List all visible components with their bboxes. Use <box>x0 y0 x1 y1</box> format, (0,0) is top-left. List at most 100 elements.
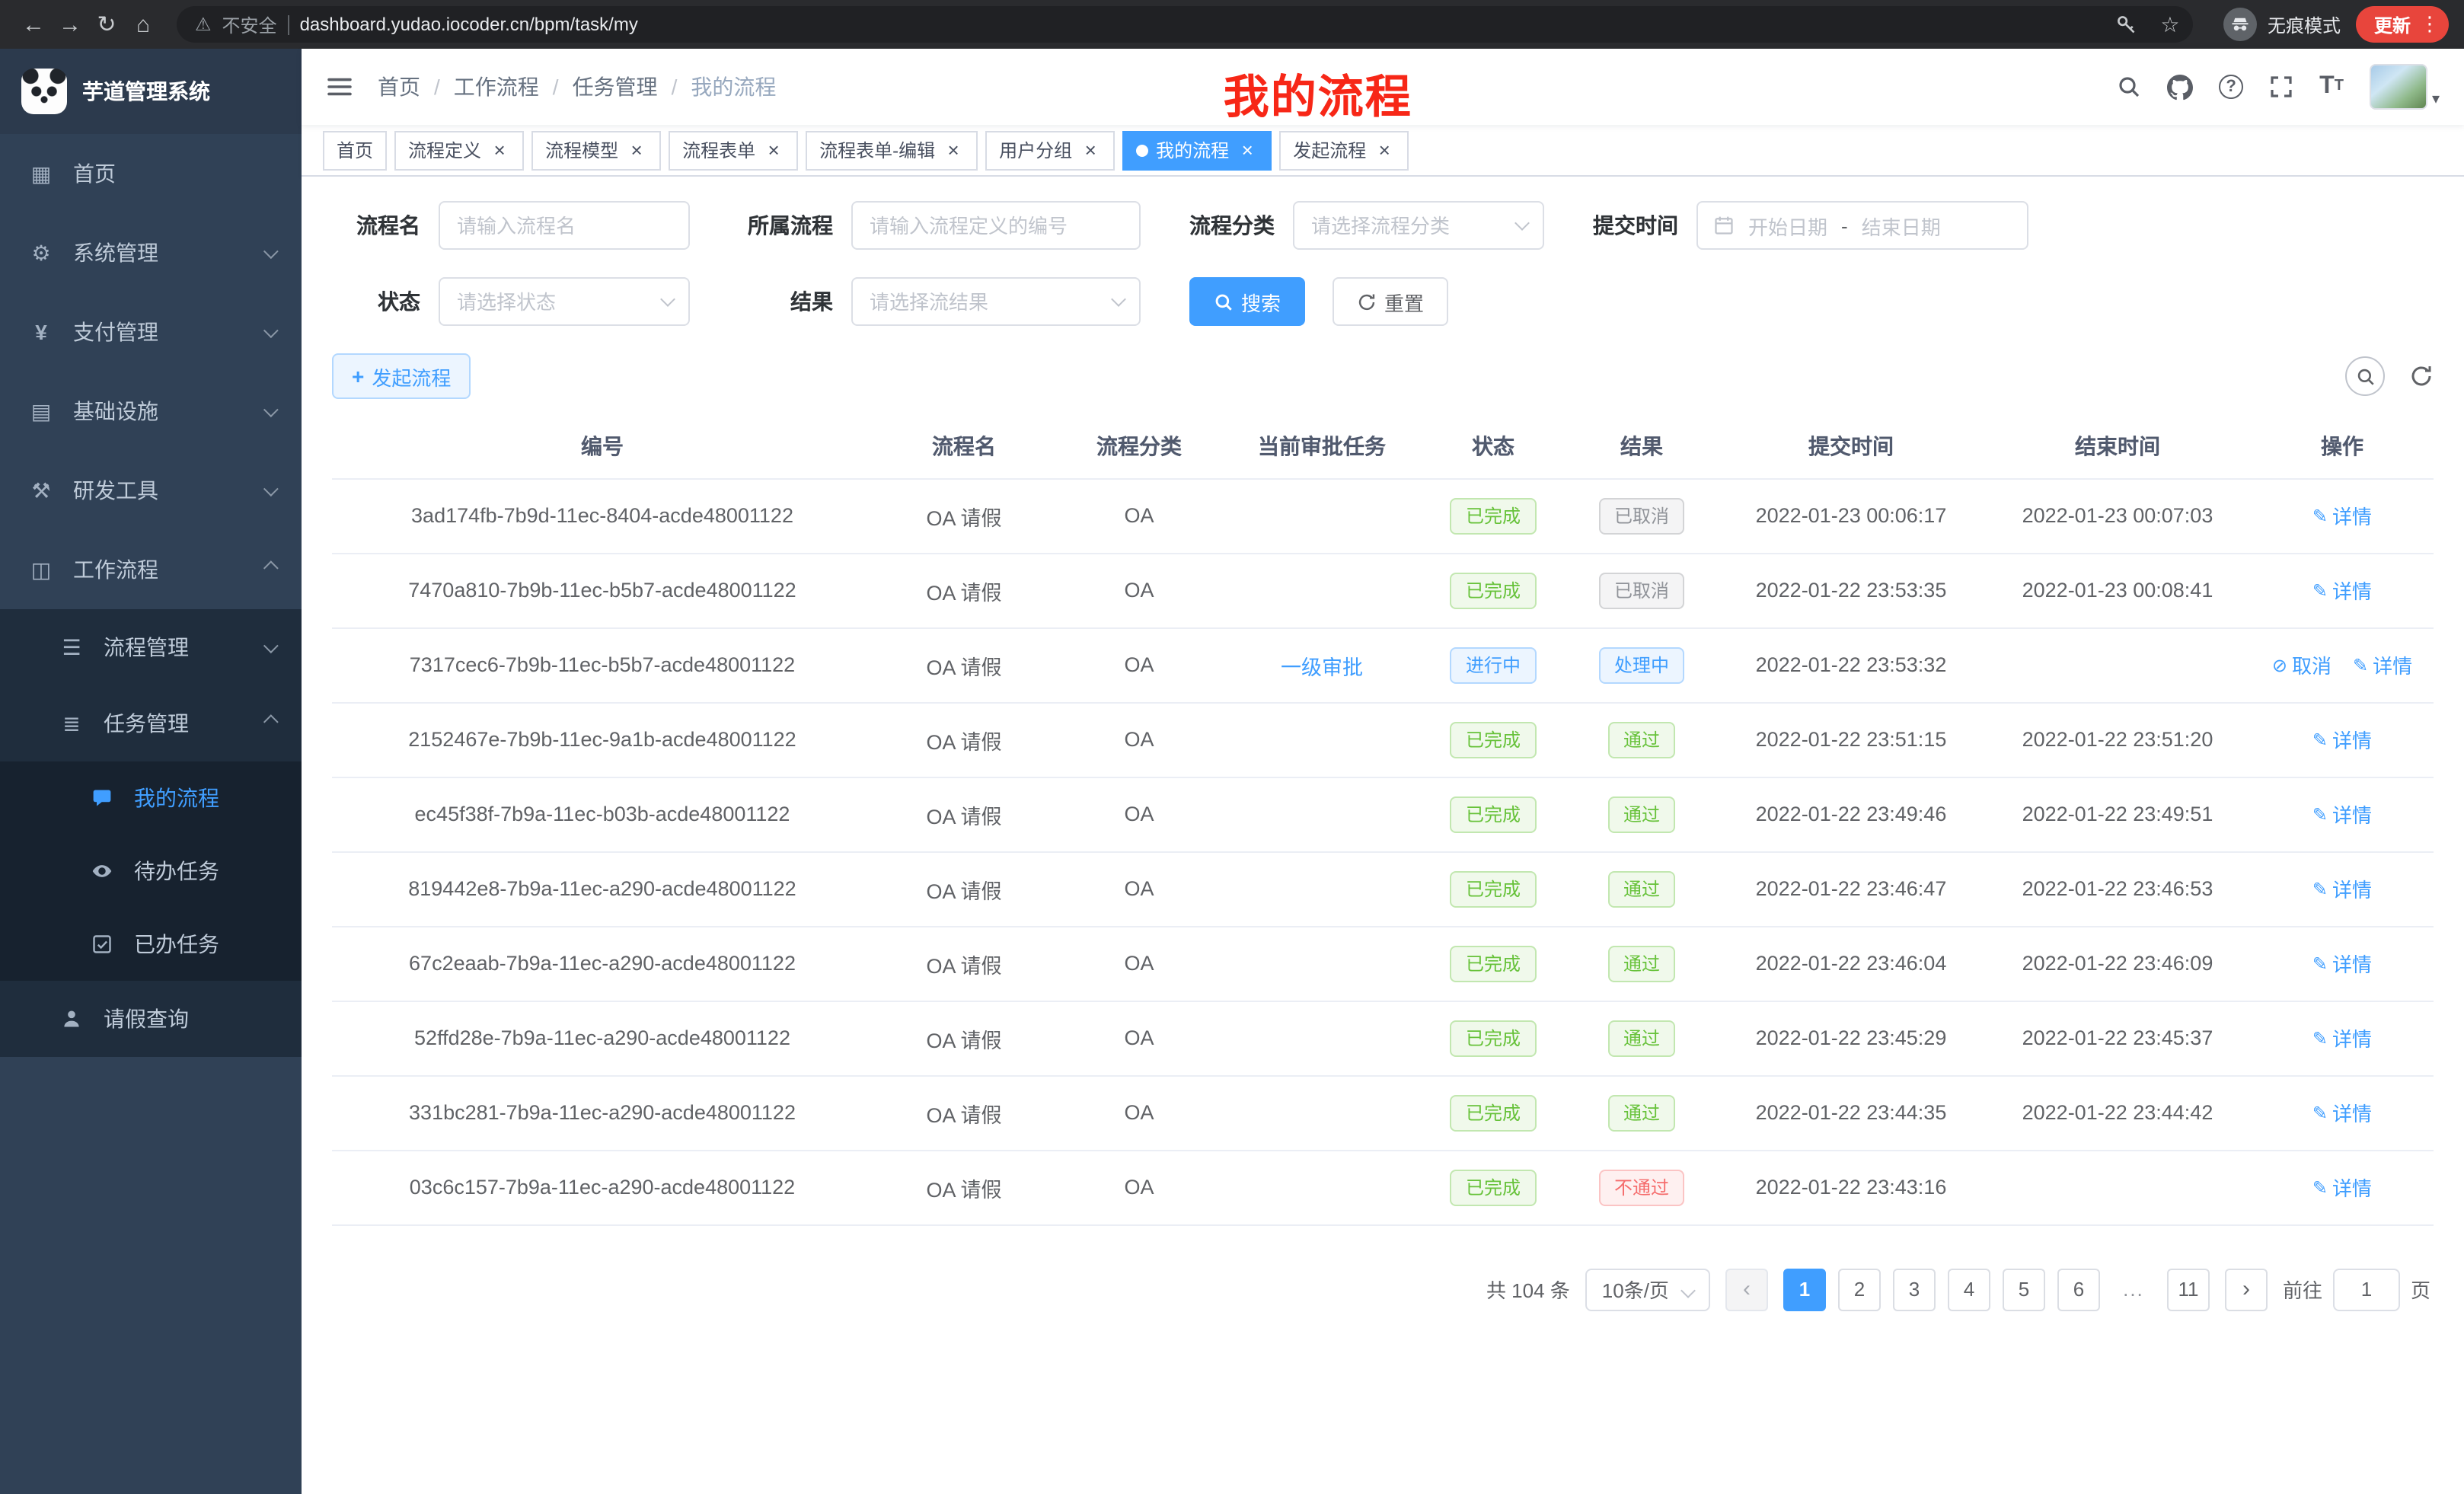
bookmark-star-icon[interactable]: ☆ <box>2153 8 2187 41</box>
search-button[interactable]: 搜索 <box>1189 277 1305 326</box>
sidebar-item-process-mgmt[interactable]: ☰流程管理 <box>0 609 302 685</box>
sidebar-item-todo-tasks[interactable]: 待办任务 <box>0 835 302 908</box>
system-icon: ⚙ <box>27 240 55 266</box>
page-size-value: 10条/页 <box>1602 1275 1669 1304</box>
table-row: ec45f38f-7b9a-11ec-b03b-acde48001122OA 请… <box>332 777 2434 851</box>
pager-page-6[interactable]: 6 <box>2057 1268 2100 1310</box>
table-row: 3ad174fb-7b9d-11ec-8404-acde48001122OA 请… <box>332 478 2434 553</box>
pager-page-3[interactable]: 3 <box>1893 1268 1936 1310</box>
tab-create-process[interactable]: 发起流程 × <box>1279 130 1409 170</box>
detail-action-button[interactable]: ✎详情 <box>2312 576 2372 605</box>
create-process-button[interactable]: + 发起流程 <box>332 353 471 399</box>
pager-page-4[interactable]: 4 <box>1948 1268 1990 1310</box>
column-header: 流程名 <box>873 414 1055 478</box>
result-select[interactable] <box>851 277 1141 326</box>
tab-label: 流程定义 <box>408 137 481 163</box>
process-definition-input[interactable] <box>851 201 1141 250</box>
prev-page-button[interactable]: ‹ <box>1725 1268 1768 1310</box>
sidebar-item-payment[interactable]: ¥支付管理 <box>0 292 302 372</box>
tab-my-process[interactable]: 我的流程× <box>1122 130 1272 170</box>
cell-process-name: OA 请假 <box>873 702 1055 777</box>
pager-page-2[interactable]: 2 <box>1838 1268 1881 1310</box>
github-icon[interactable] <box>2167 74 2193 100</box>
result-tag: 已取消 <box>1599 572 1684 608</box>
tab-label: 发起流程 <box>1293 137 1366 163</box>
sidebar-item-workflow[interactable]: ◫工作流程 <box>0 530 302 609</box>
sidebar-item-my-process[interactable]: 我的流程 <box>0 761 302 835</box>
sidebar-item-done-tasks[interactable]: 已办任务 <box>0 908 302 981</box>
tab-user-group[interactable]: 用户分组× <box>985 130 1115 170</box>
tab-process-definition[interactable]: 流程定义 × <box>394 130 524 170</box>
breadcrumb-item[interactable]: 任务管理 <box>573 72 658 102</box>
close-icon[interactable]: × <box>943 139 964 161</box>
pager-page-11[interactable]: 11 <box>2167 1268 2210 1310</box>
pager-page-1[interactable]: 1 <box>1783 1268 1826 1310</box>
detail-action-button[interactable]: ✎详情 <box>2312 725 2372 754</box>
status-tag: 进行中 <box>1451 646 1536 683</box>
sidebar-item-home[interactable]: ▦首页 <box>0 134 302 213</box>
menu-dots-icon[interactable]: ⋮ <box>2420 12 2440 37</box>
fullscreen-icon[interactable] <box>2269 75 2293 99</box>
filter-category: 流程分类 <box>1189 201 1544 250</box>
reset-button[interactable]: 重置 <box>1333 277 1448 326</box>
tab-process-model[interactable]: 流程模型× <box>531 130 661 170</box>
tab-process-form[interactable]: 流程表单× <box>669 130 798 170</box>
update-button[interactable]: 更新 ⋮ <box>2356 6 2449 43</box>
refresh-table-icon[interactable] <box>2409 364 2434 388</box>
page-size-select[interactable]: 10条/页 <box>1585 1268 1710 1310</box>
key-icon[interactable] <box>2109 8 2143 41</box>
close-icon[interactable]: × <box>1080 139 1101 161</box>
sidebar-item-devtools[interactable]: ⚒研发工具 <box>0 451 302 530</box>
address-bar[interactable]: ⚠ 不安全 dashboard.yudao.iocoder.cn/bpm/tas… <box>177 6 2193 43</box>
app-logo[interactable]: 芋道管理系统 <box>0 49 302 134</box>
category-select[interactable] <box>1293 201 1544 250</box>
font-size-icon[interactable]: TT <box>2319 75 2344 99</box>
logo-avatar <box>21 69 67 114</box>
search-icon[interactable] <box>2117 75 2141 99</box>
detail-action-button[interactable]: ✎详情 <box>2353 650 2412 679</box>
cell-result: 通过 <box>1566 851 1718 926</box>
help-icon[interactable]: ? <box>2219 75 2243 99</box>
tab-home[interactable]: 首页 <box>323 130 387 170</box>
breadcrumb-item: 我的流程 <box>691 72 776 102</box>
detail-action-button[interactable]: ✎详情 <box>2312 949 2372 978</box>
close-icon[interactable]: × <box>763 139 784 161</box>
detail-action-button[interactable]: ✎详情 <box>2312 1098 2372 1127</box>
detail-action-button[interactable]: ✎详情 <box>2312 501 2372 530</box>
toolbar-right <box>2345 356 2434 396</box>
close-icon[interactable]: × <box>489 139 510 161</box>
detail-action-button[interactable]: ✎详情 <box>2312 1023 2372 1052</box>
sidebar-item-system[interactable]: ⚙系统管理 <box>0 213 302 292</box>
close-icon[interactable]: × <box>1374 139 1395 161</box>
detail-action-button[interactable]: ✎详情 <box>2312 1173 2372 1202</box>
forward-icon[interactable]: → <box>52 6 88 43</box>
process-name-input[interactable] <box>439 201 690 250</box>
sidebar-item-task-mgmt[interactable]: ≣任务管理 <box>0 685 302 761</box>
detail-action-button[interactable]: ✎详情 <box>2312 800 2372 828</box>
close-icon[interactable]: × <box>1237 139 1258 161</box>
pager-page-5[interactable]: 5 <box>2003 1268 2045 1310</box>
sidebar-item-leave-query[interactable]: 请假查询 <box>0 981 302 1057</box>
back-icon[interactable]: ← <box>15 6 52 43</box>
browser-home-icon[interactable]: ⌂ <box>125 6 161 43</box>
cancel-action-button[interactable]: ⊘取消 <box>2272 650 2332 679</box>
close-icon[interactable]: × <box>626 139 647 161</box>
sidebar-item-infra[interactable]: ▤基础设施 <box>0 372 302 451</box>
cell-actions: ✎详情 <box>2251 777 2434 851</box>
total-count: 共 104 条 <box>1486 1275 1570 1304</box>
next-page-button[interactable]: › <box>2225 1268 2268 1310</box>
cell-end-time: 2022-01-22 23:46:09 <box>1984 926 2251 1001</box>
detail-action-button[interactable]: ✎详情 <box>2312 874 2372 903</box>
tab-process-form-edit[interactable]: 流程表单-编辑× <box>806 130 978 170</box>
goto-page-input[interactable] <box>2333 1268 2400 1310</box>
filter-status: 状态 <box>332 277 690 326</box>
toggle-search-icon[interactable] <box>2345 356 2385 396</box>
current-task-link[interactable]: 一级审批 <box>1281 656 1363 678</box>
breadcrumb-item[interactable]: 工作流程 <box>454 72 539 102</box>
hamburger-icon[interactable] <box>326 73 353 101</box>
user-avatar[interactable]: ▾ <box>2370 64 2440 110</box>
reload-icon[interactable]: ↻ <box>88 6 125 43</box>
status-select[interactable] <box>439 277 690 326</box>
breadcrumb-item[interactable]: 首页 <box>378 72 420 102</box>
submit-time-range-picker[interactable]: 开始日期 - 结束日期 <box>1696 201 2028 250</box>
